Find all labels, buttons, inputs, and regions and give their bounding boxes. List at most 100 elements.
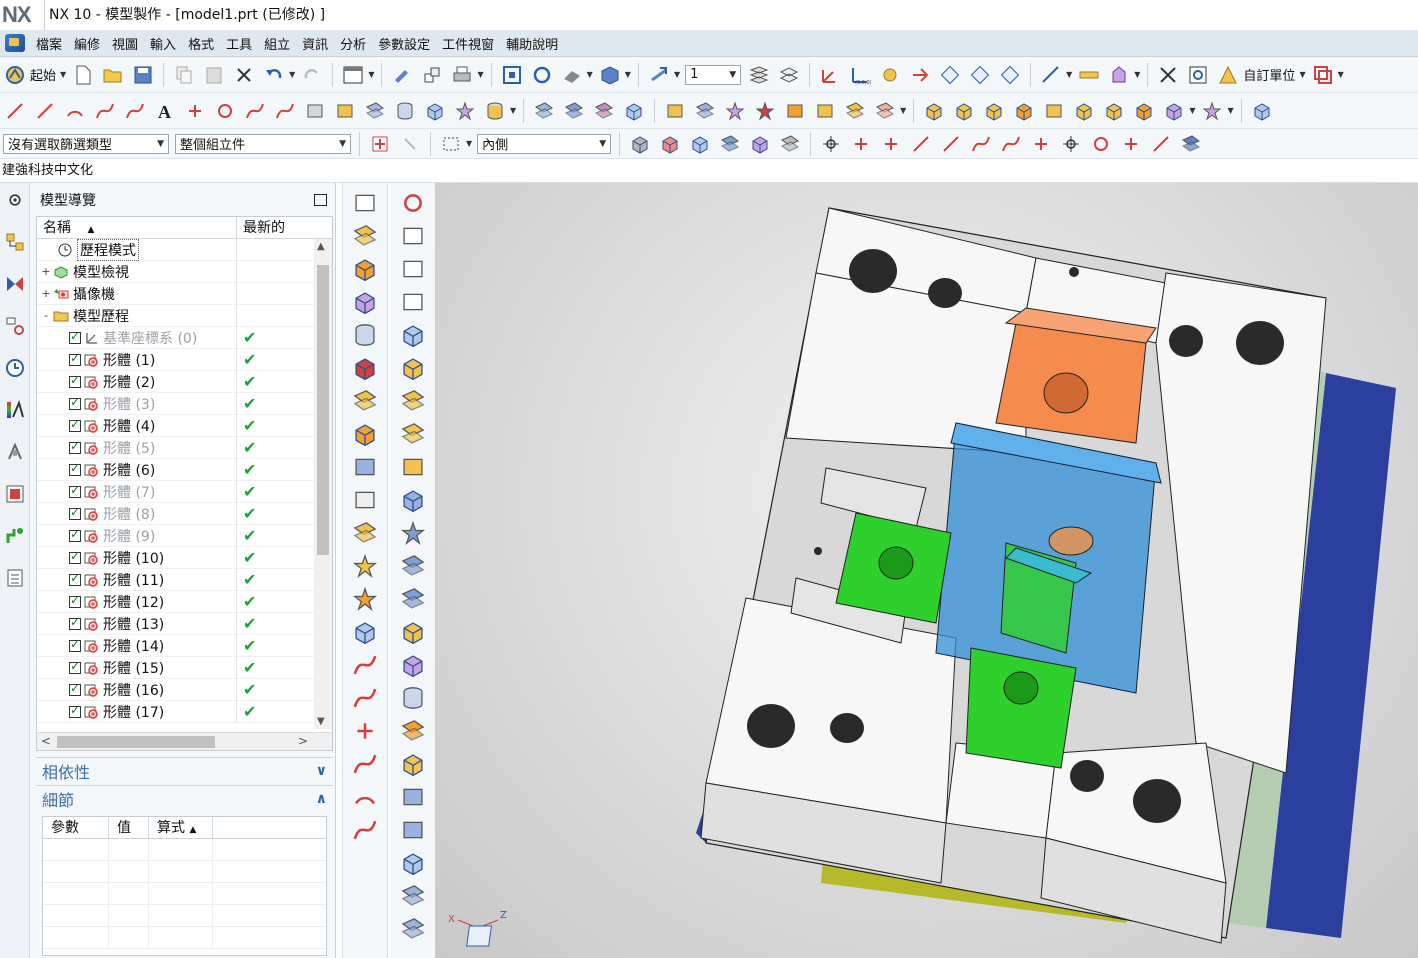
horizontal-scrollbar[interactable]: < > — [37, 732, 332, 750]
history-icon[interactable] — [2, 355, 28, 381]
edge-blend-icon[interactable] — [351, 519, 379, 547]
measure-icon[interactable] — [1039, 63, 1063, 87]
tree-row[interactable]: 形體 (2) ✔ — [37, 370, 332, 393]
scroll-right-icon[interactable]: > — [298, 734, 308, 748]
snap-intersect-icon[interactable] — [999, 132, 1023, 156]
datum-plane-icon[interactable] — [351, 222, 379, 250]
snap-mid-icon[interactable] — [879, 132, 903, 156]
sweep-v-icon[interactable] — [351, 486, 379, 514]
tree-row[interactable]: 形體 (12) ✔ — [37, 590, 332, 613]
tree-row[interactable]: 形體 (3) ✔ — [37, 392, 332, 415]
mirror-icon[interactable] — [351, 453, 379, 481]
column-value-header[interactable]: 值 — [109, 817, 149, 838]
expand-icon[interactable]: + — [41, 265, 51, 278]
menu-item[interactable]: 輸入 — [144, 34, 182, 53]
delete-icon[interactable] — [232, 63, 256, 87]
visibility-checkbox[interactable] — [69, 637, 81, 652]
nx5-icon[interactable] — [351, 354, 379, 382]
visibility-checkbox[interactable] — [69, 417, 81, 432]
menu-item[interactable]: 輔助說明 — [500, 34, 564, 53]
rect-sheet-icon[interactable] — [399, 288, 427, 316]
visibility-checkbox[interactable] — [69, 461, 81, 476]
face-analysis-icon[interactable] — [748, 132, 772, 156]
redo-icon[interactable] — [300, 63, 324, 87]
blend-icon[interactable] — [1102, 99, 1126, 123]
chevron-down-icon[interactable]: ▼ — [1227, 106, 1233, 115]
tube-icon[interactable] — [393, 99, 417, 123]
visibility-checkbox[interactable] — [69, 615, 81, 630]
fit-view-icon[interactable] — [500, 63, 524, 87]
tree-row[interactable]: 形體 (11) ✔ — [37, 568, 332, 591]
menu-item[interactable]: 組立 — [258, 34, 296, 53]
hole-icon[interactable] — [982, 99, 1006, 123]
snap-curve-icon[interactable] — [969, 132, 993, 156]
zoom-window-icon[interactable] — [1186, 63, 1210, 87]
tree-row[interactable]: 形體 (9) ✔ — [37, 524, 332, 547]
shaded-edges-icon[interactable] — [658, 132, 682, 156]
mesh-surface-icon[interactable] — [562, 99, 586, 123]
chamfer-icon[interactable] — [1012, 99, 1036, 123]
inside-select[interactable]: 內側 ▼ — [477, 133, 612, 154]
extract-icon[interactable] — [813, 99, 837, 123]
expand-icon[interactable]: + — [41, 287, 51, 300]
stack-icon[interactable] — [399, 783, 427, 811]
line-icon[interactable] — [33, 99, 57, 123]
tree-row[interactable]: 形體 (17) ✔ — [37, 700, 332, 723]
paste-icon[interactable] — [202, 63, 226, 87]
visibility-checkbox[interactable] — [69, 703, 81, 718]
chevron-up-icon[interactable]: ∧ — [316, 791, 327, 807]
save-icon[interactable] — [131, 63, 155, 87]
spline-icon[interactable] — [93, 99, 117, 123]
rebend-icon[interactable] — [399, 585, 427, 613]
wcs-xaxis-icon[interactable] — [968, 63, 992, 87]
bounded-plane-icon[interactable] — [873, 99, 897, 123]
gear-icon[interactable] — [2, 187, 28, 213]
visibility-checkbox[interactable] — [69, 571, 81, 586]
tree-row[interactable]: - 模型歷程 — [37, 304, 332, 327]
section-curve-icon[interactable] — [399, 222, 427, 250]
plate-icon[interactable] — [399, 882, 427, 910]
wcs-orient-icon[interactable] — [938, 63, 962, 87]
column-latest-header[interactable]: 最新的 — [237, 217, 317, 238]
menu-item[interactable]: 視圖 — [106, 34, 144, 53]
layer-icon[interactable] — [647, 63, 671, 87]
start-icon[interactable] — [3, 63, 27, 87]
tree-row[interactable]: 歷程模式 — [37, 238, 332, 261]
text-icon[interactable]: A — [153, 99, 177, 123]
visibility-checkbox[interactable] — [69, 483, 81, 498]
shell-icon[interactable] — [1072, 99, 1096, 123]
point-set-icon[interactable] — [183, 99, 207, 123]
wcs-save-icon[interactable] — [998, 63, 1022, 87]
edit-object-icon[interactable] — [390, 63, 414, 87]
snap-existing-icon[interactable] — [1119, 132, 1143, 156]
offset-curve-icon[interactable] — [243, 99, 267, 123]
tree-row[interactable]: 形體 (13) ✔ — [37, 612, 332, 635]
visibility-checkbox[interactable] — [69, 329, 81, 344]
dependencies-section[interactable]: 相依性 ∨ — [36, 757, 333, 783]
snap-line-icon[interactable] — [909, 132, 933, 156]
chevron-down-icon[interactable]: ▼ — [1066, 70, 1072, 79]
visibility-checkbox[interactable] — [69, 593, 81, 608]
cylinder-tool-icon[interactable] — [399, 684, 427, 712]
through-curves-icon[interactable] — [622, 99, 646, 123]
revolve-icon[interactable] — [333, 99, 357, 123]
module-icon[interactable] — [1311, 63, 1335, 87]
n-sided-icon[interactable] — [399, 453, 427, 481]
scroll-up-icon[interactable]: ▲ — [317, 241, 325, 252]
visibility-checkbox[interactable] — [69, 395, 81, 410]
curve-tools-icon[interactable] — [351, 651, 379, 679]
no-select-icon[interactable] — [1156, 63, 1180, 87]
sphere-icon[interactable] — [483, 99, 507, 123]
view-cube-icon[interactable] — [1250, 99, 1274, 123]
print-icon[interactable] — [450, 63, 474, 87]
hollow-icon[interactable] — [399, 750, 427, 778]
fillet-curve-icon[interactable] — [123, 99, 147, 123]
unbend-icon[interactable] — [399, 552, 427, 580]
chevron-down-icon[interactable]: ▼ — [1299, 70, 1305, 79]
fold-icon[interactable] — [399, 618, 427, 646]
flange-icon[interactable] — [399, 651, 427, 679]
trim-body-icon[interactable] — [723, 99, 747, 123]
duplicate-icon[interactable] — [399, 816, 427, 844]
menu-item[interactable]: 資訊 — [296, 34, 334, 53]
part-navigator-icon[interactable] — [2, 313, 28, 339]
